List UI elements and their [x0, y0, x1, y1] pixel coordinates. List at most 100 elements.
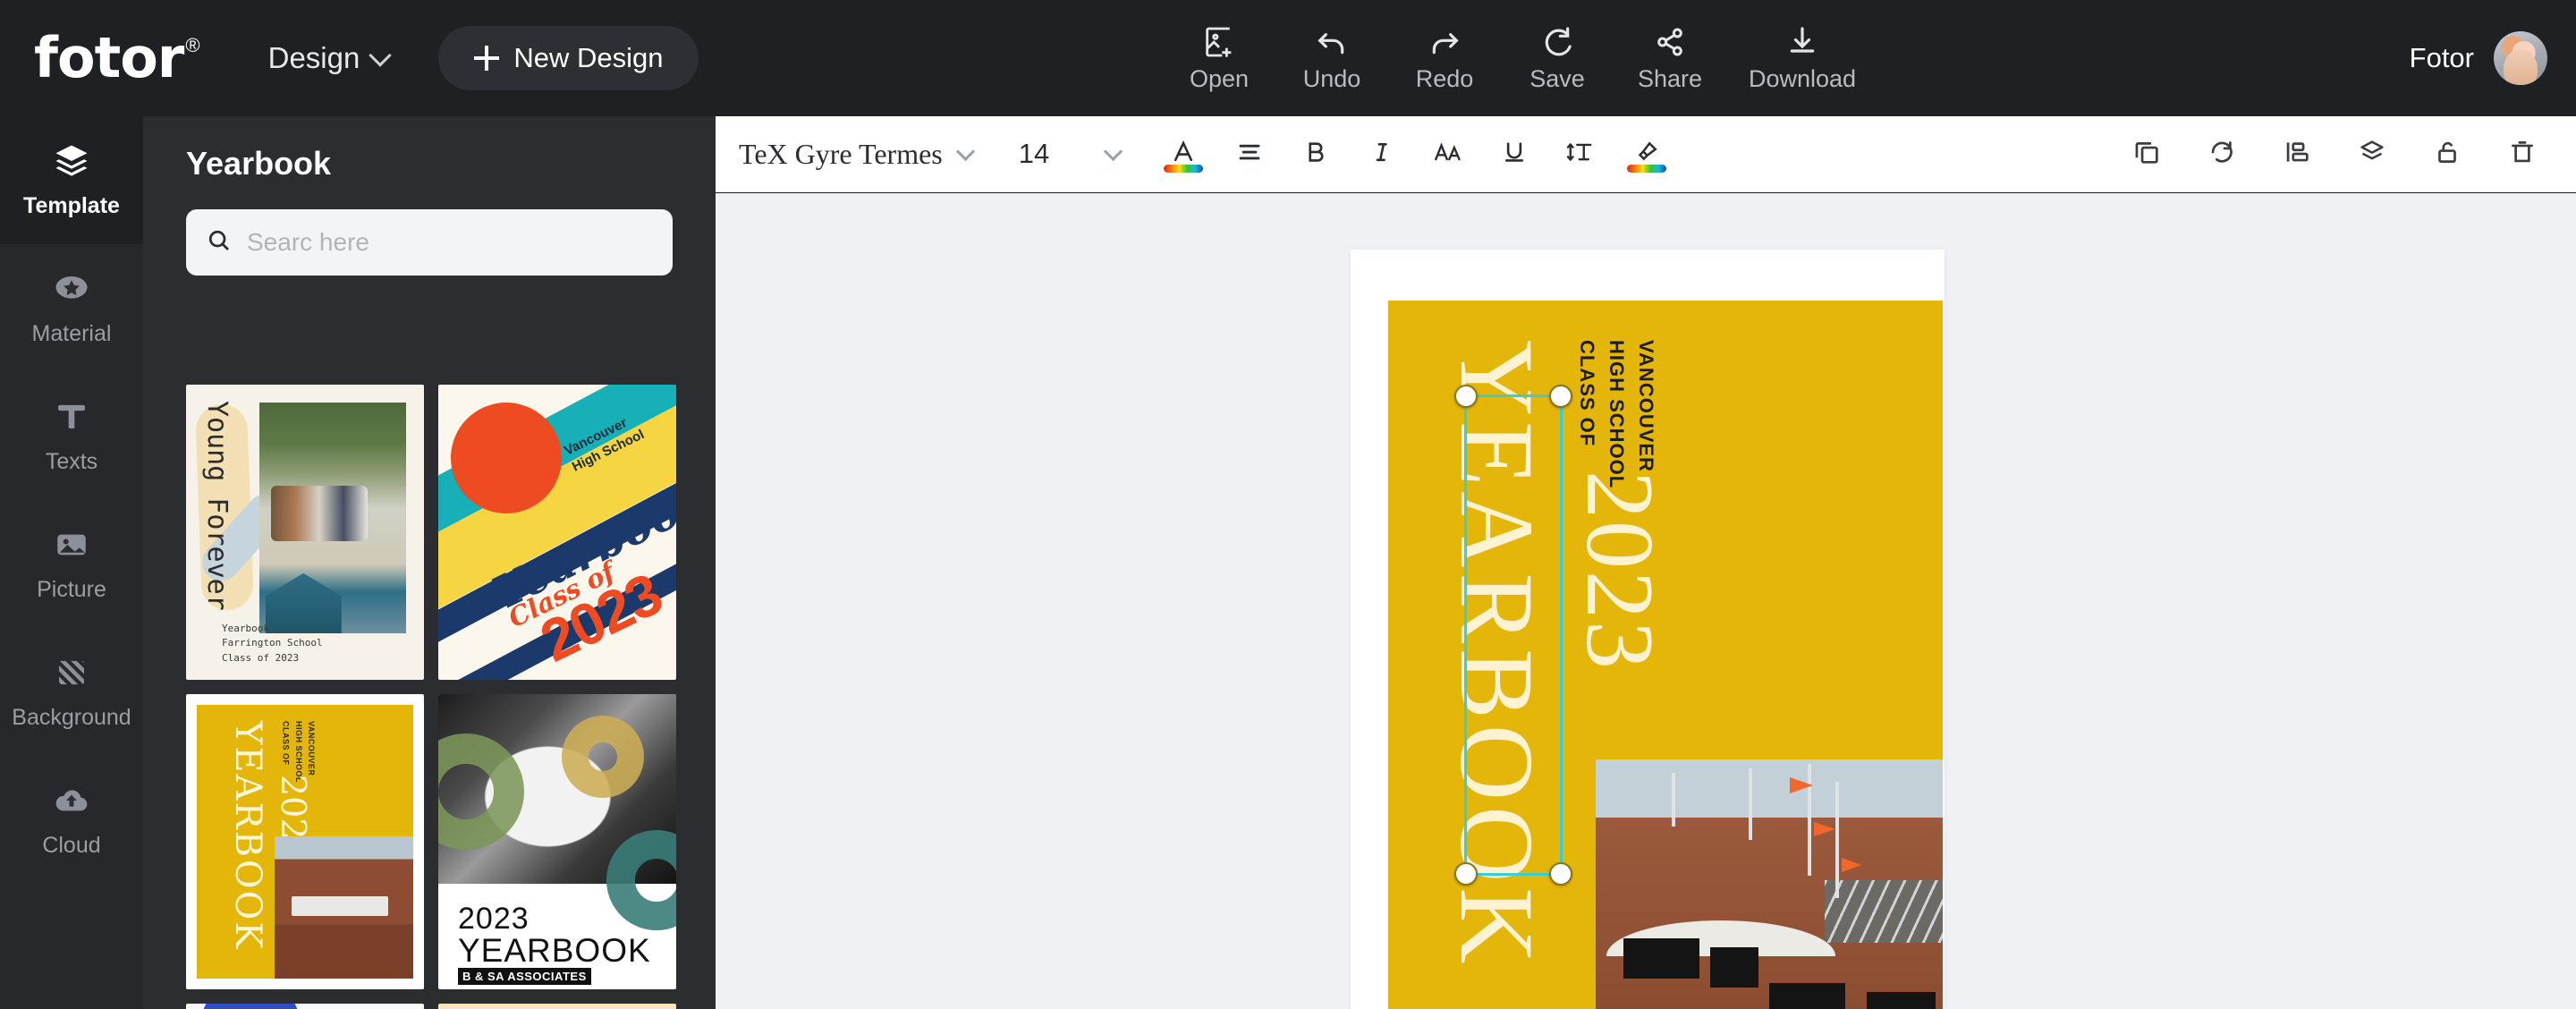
italic-icon [1367, 139, 1397, 170]
resize-handle-top-left[interactable] [1454, 385, 1478, 408]
color-swatch [1627, 164, 1667, 173]
template-card-yellow-yearbook[interactable]: YEARBOOK VANCOUVER HIGH SCHOOL CLASS OF … [186, 694, 424, 989]
sidebar-item-picture[interactable]: Picture [0, 500, 143, 628]
image-icon [53, 526, 90, 568]
highlight-button[interactable] [1614, 116, 1680, 192]
caption-line-1: Yearbook [222, 622, 269, 634]
sidebar-item-cloud[interactable]: Cloud [0, 756, 143, 884]
cover-year[interactable]: 2023 [1563, 471, 1674, 671]
cover-photo[interactable] [1596, 759, 1943, 1009]
design-page[interactable]: VANCOUVER HIGH SCHOOL CLASS OF 2023 YEAR… [1351, 250, 1945, 1009]
design-menu[interactable]: Design [268, 41, 393, 75]
cover-artboard[interactable]: VANCOUVER HIGH SCHOOL CLASS OF 2023 YEAR… [1388, 301, 1943, 1009]
new-design-button[interactable]: New Design [438, 26, 699, 90]
search-box[interactable] [186, 209, 673, 276]
font-color-button[interactable] [1150, 116, 1216, 192]
open-tool-label: Open [1189, 64, 1250, 92]
sidebar-item-template[interactable]: Template [0, 116, 143, 244]
layers-icon [2356, 137, 2388, 172]
photo-flag [1842, 858, 1862, 872]
text-format-toolbar: TeX Gyre Termes 14 [716, 116, 2576, 192]
duplicate-button[interactable] [2113, 116, 2181, 192]
sidebar-item-texts[interactable]: Texts [0, 372, 143, 500]
template-card-vancouver-bands[interactable]: Vancouver High School Yearbook Class of … [438, 385, 676, 680]
cover-meta[interactable]: VANCOUVER HIGH SCHOOL CLASS OF [1572, 340, 1661, 488]
color-swatch [1164, 164, 1204, 173]
template-card-farringtons[interactable]: FARRINGTONS SCHOOL [438, 1004, 676, 1009]
share-tool[interactable]: Share [1614, 0, 1726, 116]
line-spacing-button[interactable] [1547, 116, 1614, 192]
sidebar-item-material[interactable]: Material [0, 244, 143, 372]
hatch-icon [53, 654, 90, 696]
selection-box[interactable] [1454, 385, 1572, 886]
fotor-design-editor: fotor ® Design New Design Open Undo Redo… [0, 0, 2576, 1009]
sidebar-item-cloud-label: Cloud [42, 832, 101, 858]
account-name: Fotor [2409, 42, 2474, 73]
unlock-icon [2431, 137, 2463, 172]
search-input[interactable] [247, 228, 653, 257]
undo-tool[interactable]: Undo [1275, 0, 1388, 116]
decorative-circle-blue [200, 1004, 301, 1009]
avatar[interactable] [2494, 31, 2547, 85]
plus-icon [474, 46, 500, 71]
resize-handle-bottom-left[interactable] [1454, 862, 1478, 886]
italic-button[interactable] [1349, 116, 1415, 192]
align-text-button[interactable] [1216, 116, 1283, 192]
template-card-central-park[interactable]: Central Park High School [186, 1004, 424, 1009]
canvas-stage[interactable]: VANCOUVER HIGH SCHOOL CLASS OF 2023 YEAR… [716, 193, 2576, 1009]
template-panel: Yearbook Young Forever Yearbook [143, 116, 716, 1009]
duplicate-icon [2131, 137, 2163, 172]
letter-case-button[interactable] [1415, 116, 1481, 192]
chevron-down-icon [955, 141, 975, 161]
sidebar-item-picture-label: Picture [37, 576, 106, 602]
ring-gold [562, 716, 644, 798]
chevron-down-icon [1104, 141, 1123, 161]
font-size-select[interactable]: 14 [1018, 138, 1123, 170]
font-family-select[interactable]: TeX Gyre Termes [739, 137, 975, 171]
sidebar-item-template-label: Template [23, 192, 120, 218]
account-menu[interactable]: Fotor [2410, 0, 2547, 116]
top-bar: fotor ® Design New Design Open Undo Redo… [0, 0, 2576, 116]
photo-flag [1814, 822, 1836, 836]
caption-line-2: Farrington School [222, 637, 323, 649]
rotate-icon [2206, 137, 2238, 172]
cloud-upload-icon [53, 782, 90, 824]
template-card-young-forever[interactable]: Young Forever Yearbook Farrington School… [186, 385, 424, 680]
download-tool[interactable]: Download [1726, 0, 1878, 116]
top-tool-group: Open Undo Redo Save Share Download [1163, 0, 1878, 116]
underline-button[interactable] [1481, 116, 1547, 192]
font-size-value: 14 [1018, 138, 1050, 169]
new-design-label: New Design [513, 42, 664, 73]
photo-window [1623, 938, 1700, 979]
star-badge-icon [53, 270, 90, 312]
panel-title: Yearbook [186, 145, 332, 182]
unlock-button[interactable] [2413, 116, 2481, 192]
fotor-logo[interactable]: fotor ® [34, 30, 200, 86]
font-family-value: TeX Gyre Termes [739, 137, 943, 170]
align-object-button[interactable] [2263, 116, 2331, 192]
photo-flag [1790, 777, 1814, 793]
sidebar-item-background[interactable]: Background [0, 628, 143, 756]
rotate-button[interactable] [2188, 116, 2256, 192]
save-tool[interactable]: Save [1501, 0, 1614, 116]
align-center-icon [1234, 139, 1265, 170]
resize-handle-top-right[interactable] [1549, 385, 1572, 408]
redo-arrow-icon [1427, 24, 1462, 60]
resize-handle-bottom-right[interactable] [1549, 862, 1572, 886]
template-title: YEARBOOK [227, 721, 268, 951]
template-card-circles-yearbook[interactable]: 2023 YEARBOOK B & SA ASSOCIATES [438, 694, 676, 989]
sidebar-item-material-label: Material [31, 320, 112, 346]
bold-button[interactable] [1283, 116, 1349, 192]
redo-tool[interactable]: Redo [1388, 0, 1501, 116]
undo-arrow-icon [1314, 24, 1350, 60]
open-image-icon [1201, 24, 1237, 60]
delete-button[interactable] [2488, 116, 2556, 192]
undo-tool-label: Undo [1302, 64, 1361, 92]
left-rail: Template Material Texts Picture Backgrou… [0, 116, 143, 1009]
open-tool[interactable]: Open [1163, 0, 1275, 116]
sidebar-item-background-label: Background [12, 704, 131, 730]
template-photo [275, 835, 413, 979]
redo-tool-label: Redo [1415, 64, 1474, 92]
layers-button[interactable] [2338, 116, 2406, 192]
download-tool-label: Download [1748, 64, 1857, 92]
